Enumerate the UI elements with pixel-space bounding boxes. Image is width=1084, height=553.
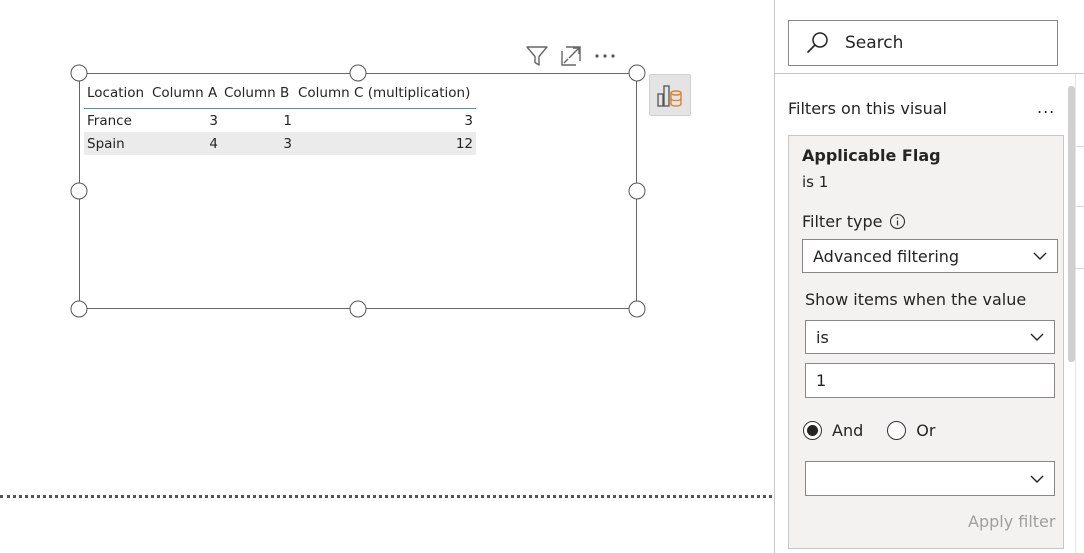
table-row[interactable]: France 3 1 3 [84,109,476,132]
radio-selected-dot [807,425,818,436]
strip-divider [1075,206,1084,207]
filter-type-label: Filter type [802,212,906,231]
filter-type-text: Filter type [802,212,883,231]
data-table: Location Column A Column B Column C (mul… [84,78,476,155]
filter-card-title[interactable]: Applicable Flag [802,146,941,165]
table-header-row: Location Column A Column B Column C (mul… [84,78,476,109]
table-cell: 3 [209,112,218,129]
resize-handle-bottom-right[interactable] [628,300,646,318]
chevron-down-icon [1029,471,1045,487]
radio-or-label[interactable]: Or [916,421,935,440]
condition-1-operator-value: is [816,327,829,347]
filters-on-visual-title: Filters on this visual [788,99,947,118]
filter-card-applicable-flag: Applicable Flag is 1 Filter type Advance… [788,135,1064,549]
filters-search-box[interactable] [788,20,1058,66]
filter-type-value: Advanced filtering [813,246,960,266]
column-header-column-a[interactable]: Column A [149,85,221,101]
info-icon[interactable] [889,213,906,230]
table-cell: 12 [455,135,473,152]
resize-handle-left[interactable] [70,182,88,200]
strip-divider [1075,268,1084,269]
section-more-options[interactable]: ... [1037,98,1055,117]
resize-handle-bottom[interactable] [349,300,367,318]
resize-handle-bottom-left[interactable] [70,300,88,318]
radio-and-label[interactable]: And [832,421,863,440]
report-canvas[interactable]: Location Column A Column B Column C (mul… [0,0,774,553]
filter-type-dropdown[interactable]: Advanced filtering [802,239,1058,273]
pane-scrollbar-thumb[interactable] [1068,86,1075,362]
column-header-column-c[interactable]: Column C (multiplication) [295,85,476,101]
condition-1-operator-dropdown[interactable]: is [805,320,1055,354]
more-options-icon [595,54,615,58]
radio-or[interactable] [887,421,907,440]
condition-1-value-input[interactable] [805,363,1055,398]
logic-radio-group: And Or [803,421,935,440]
table-cell: France [87,112,132,129]
resize-handle-right[interactable] [628,182,646,200]
visual-filter-button[interactable] [520,42,554,70]
analytics-format-icon [657,85,682,107]
more-options-button[interactable] [588,42,622,70]
analytics-format-button[interactable] [649,74,691,116]
filters-pane: Filters on this visual ... Applicable Fl… [774,0,1084,553]
table-cell: 1 [283,112,292,129]
focus-mode-icon [561,46,581,66]
radio-and[interactable] [803,421,822,440]
column-header-location[interactable]: Location [84,85,149,101]
table-cell: 3 [464,112,473,129]
condition-2-operator-dropdown[interactable] [805,461,1055,496]
focus-mode-button[interactable] [554,42,588,70]
table-cell: 4 [209,135,218,152]
strip-divider [1075,146,1084,147]
chevron-down-icon [1032,248,1048,264]
visual-header [520,42,622,70]
resize-handle-top-right[interactable] [628,64,646,82]
table-row[interactable]: Spain 4 3 12 [84,132,476,155]
column-header-column-b[interactable]: Column B [221,85,295,101]
search-icon [807,32,828,53]
search-input[interactable] [845,33,1045,53]
chevron-down-icon [1029,329,1045,345]
filter-icon [526,46,548,66]
show-items-label: Show items when the value [805,290,1027,309]
apply-filter-button[interactable]: Apply filter [968,512,1055,531]
table-cell: 3 [283,135,292,152]
filter-card-summary: is 1 [802,173,829,191]
pane-divider [775,73,1084,74]
page-boundary-line [0,495,772,498]
table-cell: Spain [87,135,125,152]
